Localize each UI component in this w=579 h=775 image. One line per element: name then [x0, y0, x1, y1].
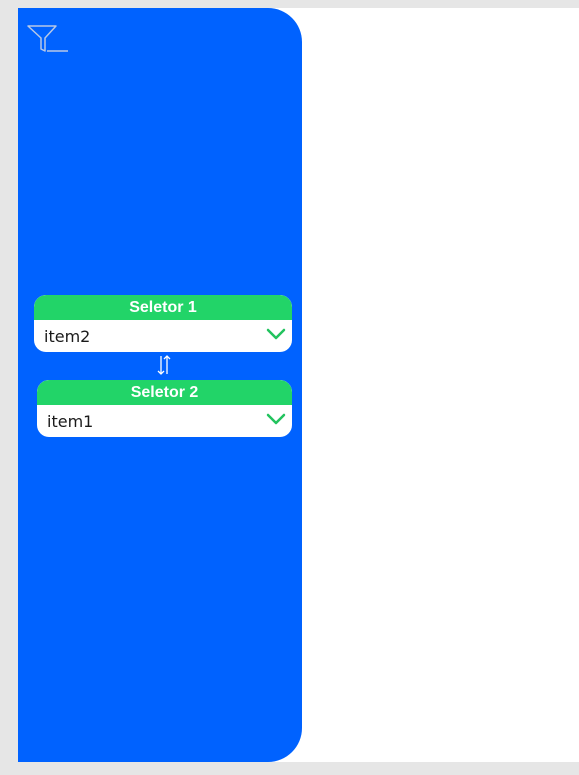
- chevron-down-icon[interactable]: [266, 326, 286, 342]
- chevron-down-icon[interactable]: [266, 411, 286, 427]
- selector-1: Seletor 1 item2: [34, 295, 292, 352]
- filter-panel: Seletor 1 item2 Seletor 2 item1: [18, 8, 302, 762]
- selector-1-title: Seletor 1: [34, 295, 292, 320]
- selector-2-value: item1: [47, 411, 94, 431]
- selector-1-value: item2: [44, 326, 91, 346]
- selector-1-dropdown[interactable]: item2: [34, 320, 292, 352]
- selector-2-title: Seletor 2: [37, 380, 292, 405]
- selector-2: Seletor 2 item1: [37, 380, 292, 437]
- selector-2-dropdown[interactable]: item1: [37, 405, 292, 437]
- filter-icon[interactable]: [26, 24, 70, 54]
- report-canvas: Seletor 1 item2 Seletor 2 item1: [18, 8, 579, 762]
- swap-vertical-icon[interactable]: [154, 353, 174, 377]
